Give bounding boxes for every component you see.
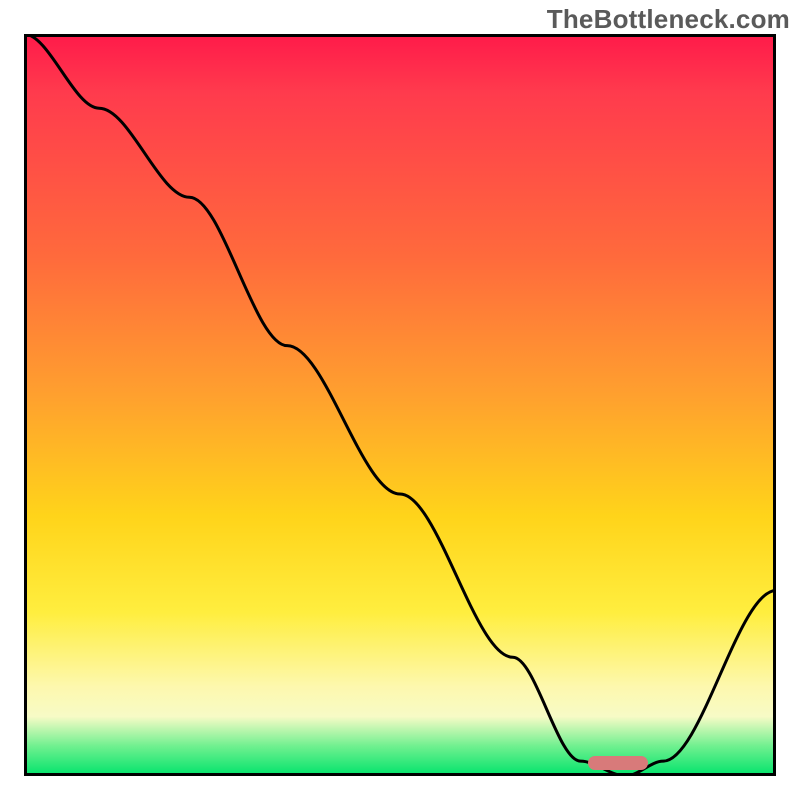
- curve-path: [24, 34, 776, 776]
- chart-frame: TheBottleneck.com: [0, 0, 800, 800]
- plot-area: [24, 34, 776, 776]
- optimal-marker: [588, 756, 648, 770]
- bottleneck-curve: [24, 34, 776, 776]
- watermark-text: TheBottleneck.com: [547, 4, 790, 35]
